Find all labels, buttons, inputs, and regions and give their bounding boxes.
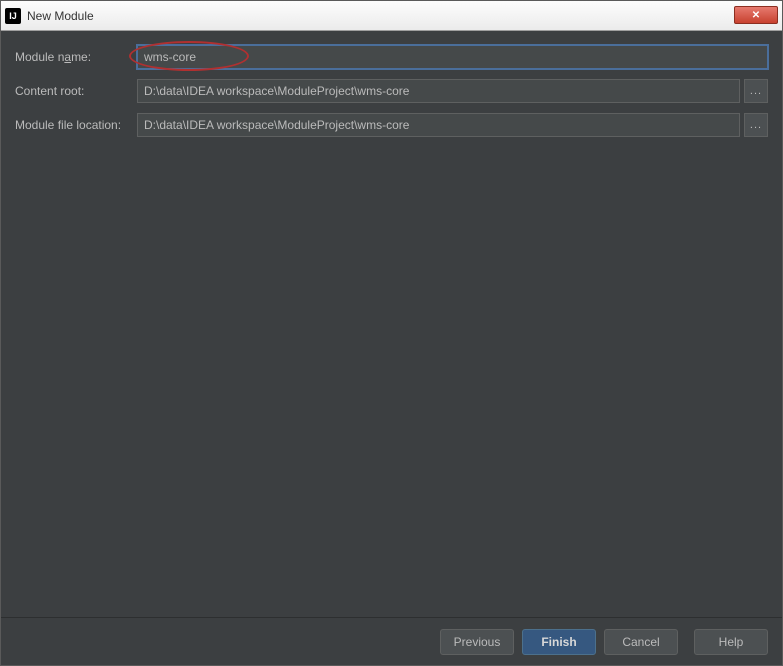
cancel-button[interactable]: Cancel xyxy=(604,629,678,655)
module-file-location-row: Module file location: ... xyxy=(15,113,768,137)
ellipsis-icon: ... xyxy=(750,119,762,131)
content-root-input[interactable] xyxy=(137,79,740,103)
finish-button[interactable]: Finish xyxy=(522,629,596,655)
content-root-label: Content root: xyxy=(15,84,137,98)
module-name-input[interactable] xyxy=(137,45,768,69)
module-name-row: Module name: xyxy=(15,45,768,69)
window-title: New Module xyxy=(27,9,94,23)
ellipsis-icon: ... xyxy=(750,85,762,97)
close-icon: ✕ xyxy=(752,10,760,21)
content-root-row: Content root: ... xyxy=(15,79,768,103)
title-bar: IJ New Module ✕ xyxy=(1,1,782,31)
app-icon: IJ xyxy=(5,8,21,24)
module-file-location-input[interactable] xyxy=(137,113,740,137)
dialog-content: Module name: Content root: ... Module fi… xyxy=(1,31,782,617)
content-root-browse-button[interactable]: ... xyxy=(744,79,768,103)
module-name-label: Module name: xyxy=(15,50,137,64)
previous-button[interactable]: Previous xyxy=(440,629,514,655)
module-file-location-browse-button[interactable]: ... xyxy=(744,113,768,137)
close-button[interactable]: ✕ xyxy=(734,6,778,24)
module-file-location-label: Module file location: xyxy=(15,118,137,132)
help-button[interactable]: Help xyxy=(694,629,768,655)
dialog-footer: Previous Finish Cancel Help xyxy=(1,617,782,665)
